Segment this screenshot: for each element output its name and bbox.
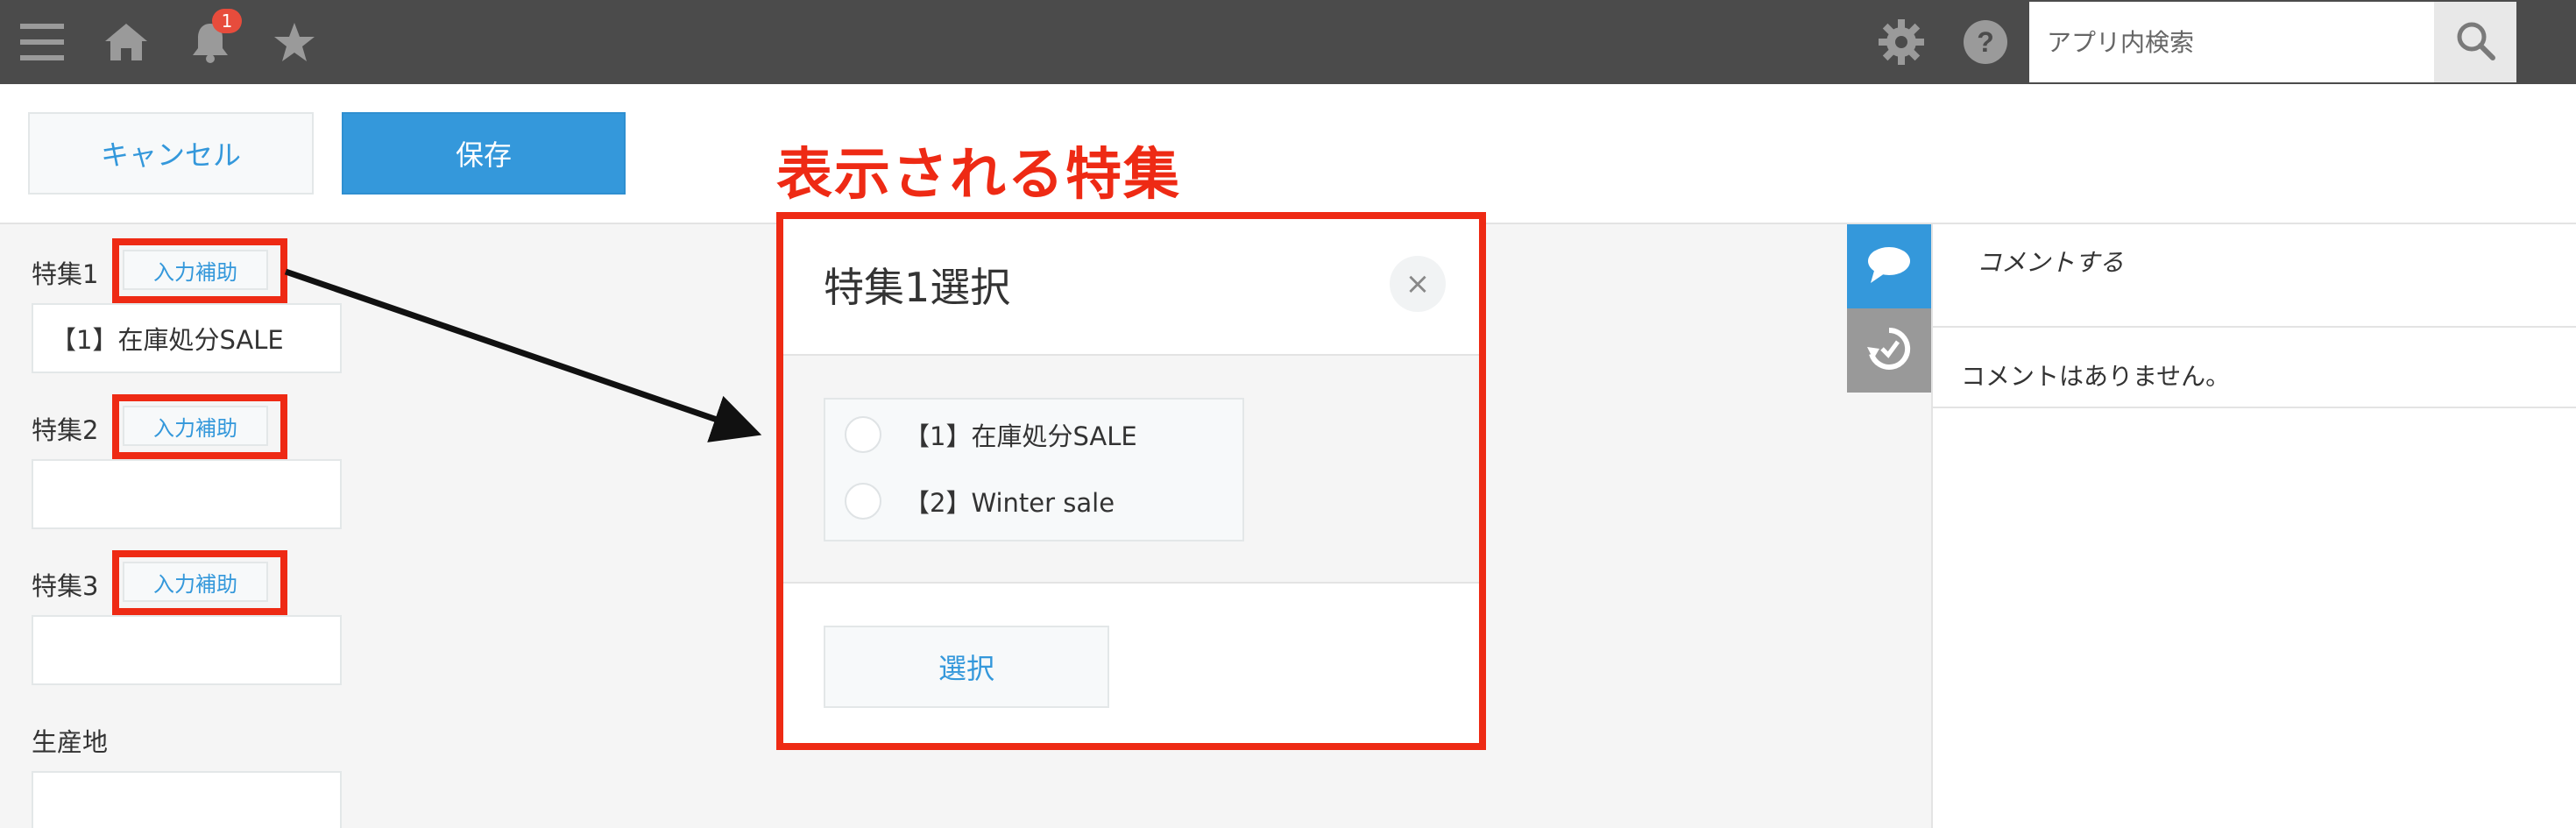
speech-bubble-icon (1865, 244, 1913, 288)
panel-divider (1933, 407, 2576, 408)
close-icon: × (1405, 266, 1431, 301)
dialog-body: 【1】在庫処分SALE 【2】Winter sale (783, 356, 1479, 584)
no-comments-message: コメントはありません。 (1961, 362, 2231, 391)
select-button[interactable]: 選択 (824, 626, 1109, 708)
history-tab[interactable] (1847, 308, 1931, 393)
comment-input[interactable]: コメントする (1933, 224, 2576, 328)
option-label: 【1】在庫処分SALE (904, 421, 1137, 451)
radio-button[interactable] (845, 483, 881, 520)
history-icon (1866, 326, 1912, 375)
close-button[interactable]: × (1390, 256, 1446, 312)
comment-tab[interactable] (1847, 224, 1931, 308)
option-item[interactable]: 【1】在庫処分SALE (825, 403, 1244, 466)
dialog-title: 特集1選択 (824, 264, 1011, 311)
dialog-footer: 選択 (783, 584, 1479, 743)
option-item[interactable]: 【2】Winter sale (825, 470, 1244, 533)
comment-panel: コメントする コメントはありません。 (1931, 224, 2576, 828)
option-radio-group: 【1】在庫処分SALE 【2】Winter sale (824, 398, 1244, 541)
radio-button[interactable] (845, 416, 881, 453)
feature-select-dialog: 特集1選択 × 【1】在庫処分SALE 【2】Winter sale 選択 (783, 219, 1479, 743)
option-label: 【2】Winter sale (904, 488, 1115, 518)
dialog-header: 特集1選択 × (783, 219, 1479, 356)
